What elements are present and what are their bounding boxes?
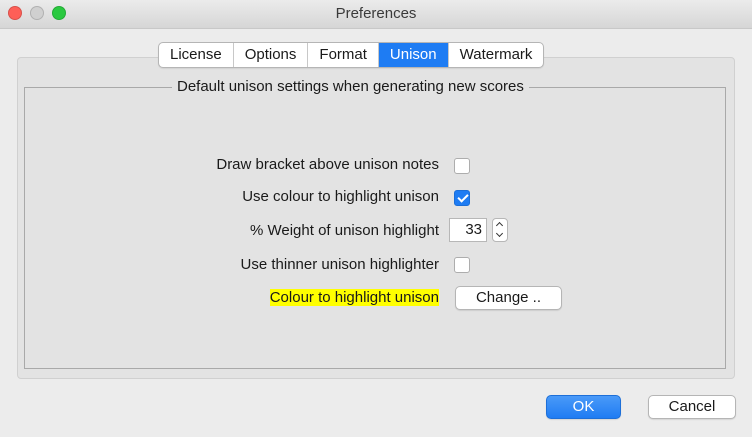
- use-colour-label: Use colour to highlight unison: [242, 188, 439, 205]
- stepper-down-icon[interactable]: [493, 230, 507, 241]
- thinner-label: Use thinner unison highlighter: [240, 256, 439, 273]
- change-colour-button[interactable]: Change ..: [455, 286, 562, 310]
- tab-unison[interactable]: Unison: [378, 43, 449, 67]
- tab-bar: License Options Format Unison Watermark: [158, 42, 545, 68]
- tab-format[interactable]: Format: [308, 43, 379, 67]
- ok-button[interactable]: OK: [546, 395, 621, 419]
- draw-bracket-checkbox[interactable]: [454, 158, 470, 174]
- colour-label: Colour to highlight unison: [269, 289, 439, 306]
- stepper-up-icon[interactable]: [493, 219, 507, 230]
- draw-bracket-label: Draw bracket above unison notes: [216, 156, 439, 173]
- title-bar: Preferences: [0, 0, 752, 29]
- window-title: Preferences: [335, 5, 417, 22]
- tab-watermark[interactable]: Watermark: [449, 43, 544, 67]
- weight-stepper[interactable]: [492, 218, 508, 242]
- tab-license[interactable]: License: [159, 43, 234, 67]
- group-title: Default unison settings when generating …: [172, 78, 529, 95]
- thinner-checkbox[interactable]: [454, 257, 470, 273]
- tab-options[interactable]: Options: [234, 43, 309, 67]
- use-colour-checkbox[interactable]: [454, 190, 470, 206]
- cancel-button[interactable]: Cancel: [648, 395, 736, 419]
- weight-label: % Weight of unison highlight: [249, 222, 439, 239]
- weight-input[interactable]: 33: [449, 218, 487, 242]
